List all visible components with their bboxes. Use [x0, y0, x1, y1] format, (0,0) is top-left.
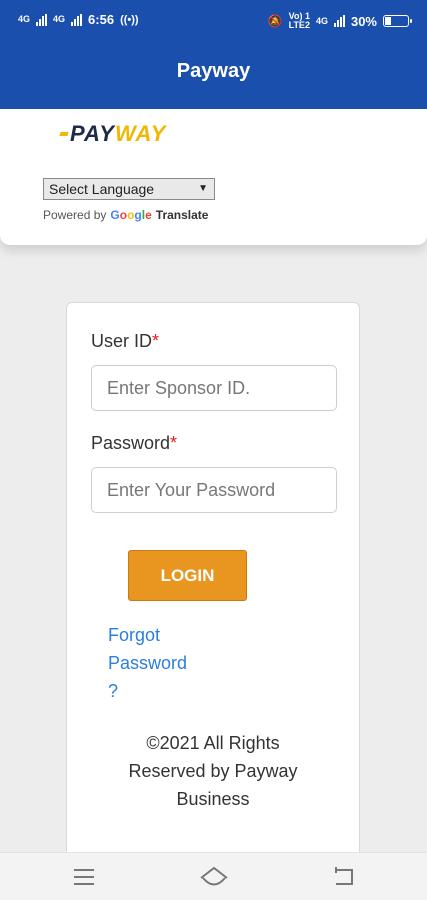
required-marker: *: [152, 331, 160, 351]
system-nav-bar: [0, 852, 427, 900]
home-button[interactable]: [184, 853, 244, 900]
language-select[interactable]: Select Language ▼: [43, 178, 215, 200]
menu-button[interactable]: [54, 853, 114, 900]
forgot-line-3: ?: [108, 681, 119, 701]
forgot-line-2: Password: [108, 653, 188, 673]
login-card: User ID* Enter Sponsor ID. Password* Ent…: [66, 302, 360, 862]
user-id-label: User ID*: [91, 331, 160, 351]
google-logo: Google: [110, 208, 152, 222]
user-id-input[interactable]: Enter Sponsor ID.: [91, 365, 337, 411]
copyright-line-3: Business: [176, 789, 250, 809]
signal-2-label: 4G: [53, 14, 66, 24]
menu-icon: [74, 869, 94, 885]
battery-percent: 30%: [350, 13, 377, 29]
login-button[interactable]: LOGIN: [128, 550, 247, 601]
language-select-value: Select Language: [49, 181, 155, 197]
logo-mark-icon: [59, 132, 69, 136]
clock: 6:56: [88, 12, 115, 27]
required-marker: *: [170, 433, 178, 453]
app-bar: 4G 4G 6:56 ((•)) 🔕 Vo) 1 LTE2 4G 30% Pay…: [0, 0, 427, 109]
password-input[interactable]: Enter Your Password: [91, 467, 337, 513]
signal-1-icon: [36, 13, 48, 26]
signal-2-icon: [71, 13, 83, 26]
powered-by-label: Powered by: [43, 208, 107, 222]
volte-indicator: Vo) 1 LTE2: [289, 12, 310, 30]
app-title: Payway: [176, 60, 251, 82]
copyright-line-1: ©2021 All Rights: [146, 733, 280, 753]
translate-label[interactable]: Translate: [156, 208, 209, 222]
password-label: Password*: [91, 433, 178, 453]
logo-text-pay: PAY: [70, 121, 115, 146]
dropdown-arrow-icon: ▼: [198, 183, 208, 194]
forgot-password-link[interactable]: Forgot Password ?: [108, 621, 208, 705]
logo-text-way: WAY: [114, 121, 167, 146]
back-button[interactable]: [314, 853, 374, 900]
mute-icon: 🔕: [267, 14, 283, 28]
home-icon: [200, 866, 228, 886]
signal-1-label: 4G: [18, 14, 31, 24]
powered-by: Powered by Google Translate: [43, 208, 208, 222]
status-bar: 4G 4G 6:56 ((•)) 🔕 Vo) 1 LTE2 4G 30%: [0, 0, 427, 38]
battery-icon: [383, 15, 412, 27]
payway-logo: PAY WAY: [59, 121, 167, 147]
vibrate-icon: ((•)): [120, 13, 139, 26]
signal-3-icon: [333, 15, 345, 27]
copyright-line-2: Reserved by Payway: [128, 761, 298, 781]
copyright: ©2021 All Rights Reserved by Payway Busi…: [107, 729, 319, 813]
network-type: 4G: [315, 15, 328, 26]
header-card: PAY WAY Select Language ▼ Powered by Goo…: [0, 109, 427, 245]
volte-bottom: LTE2: [288, 20, 310, 30]
forgot-line-1: Forgot: [108, 625, 161, 645]
back-icon: [335, 867, 353, 885]
